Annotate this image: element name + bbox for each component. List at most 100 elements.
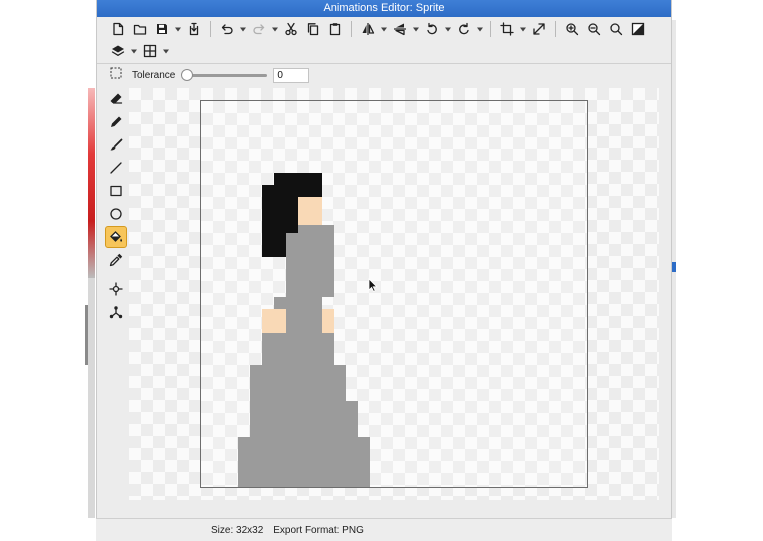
- resize-button[interactable]: [528, 19, 550, 39]
- zoom-out-icon: [588, 23, 601, 36]
- hair-top: [274, 173, 322, 185]
- rotate-left-button[interactable]: [421, 19, 443, 39]
- tool-color-picker[interactable]: [105, 249, 127, 271]
- zoom-in-button[interactable]: [561, 19, 583, 39]
- flip-vertical-dropdown[interactable]: [411, 19, 421, 39]
- origin-icon: [109, 282, 123, 296]
- rotate-right-dropdown[interactable]: [475, 19, 485, 39]
- redo-dropdown[interactable]: [270, 19, 280, 39]
- main-toolbar: [97, 18, 649, 40]
- dress-skirt-lower: [238, 437, 370, 487]
- cut-button[interactable]: [280, 19, 302, 39]
- sprite-canvas[interactable]: [200, 100, 588, 488]
- paste-button[interactable]: [324, 19, 346, 39]
- secondary-toolbar: [97, 40, 171, 62]
- tool-collision-mask[interactable]: [105, 301, 127, 323]
- window-title: Animations Editor: Sprite: [97, 0, 671, 17]
- copy-button[interactable]: [302, 19, 324, 39]
- flip-horizontal-button[interactable]: [357, 19, 379, 39]
- redo-button[interactable]: [248, 19, 270, 39]
- select-region-icon[interactable]: [110, 66, 122, 84]
- crop-icon: [500, 22, 514, 36]
- flip-horizontal-dropdown[interactable]: [379, 19, 389, 39]
- background-editor-edge: [88, 88, 95, 278]
- background-editor-edge-lower: [88, 278, 95, 518]
- sprite-dress: [238, 221, 370, 487]
- hair-crown: [262, 185, 322, 197]
- flip-horizontal-icon: [362, 23, 375, 35]
- left-hand: [262, 309, 286, 333]
- new-file-button[interactable]: [107, 19, 129, 39]
- layers-dropdown[interactable]: [129, 41, 139, 61]
- toggle-transparency-icon: [631, 22, 645, 36]
- animations-editor-window: Animations Editor: Sprite Tolerance 0: [96, 0, 672, 518]
- rotate-left-icon: [427, 22, 437, 35]
- export-button[interactable]: [183, 19, 205, 39]
- undo-dropdown[interactable]: [238, 19, 248, 39]
- tool-options-bar: Tolerance 0: [97, 64, 671, 86]
- status-bar: Size: 32x32 Export Format: PNG: [96, 518, 672, 541]
- tool-fill-bucket[interactable]: [105, 226, 127, 248]
- dress-waist: [262, 333, 334, 369]
- tool-eraser[interactable]: [105, 88, 127, 110]
- flip-vertical-icon: [394, 23, 406, 36]
- grid-button[interactable]: [139, 41, 161, 61]
- redo-icon: [253, 24, 265, 35]
- status-size: Size: 32x32: [211, 524, 264, 536]
- rotate-right-button[interactable]: [453, 19, 475, 39]
- dress-skirt-upper: [250, 365, 346, 401]
- canvas-area[interactable]: [129, 88, 659, 500]
- zoom-fit-button[interactable]: [605, 19, 627, 39]
- ellipse-icon: [110, 208, 122, 220]
- color-picker-icon: [109, 253, 123, 267]
- grid-icon: [143, 44, 157, 58]
- brush-icon: [110, 138, 123, 151]
- layers-button[interactable]: [107, 41, 129, 61]
- tolerance-input[interactable]: 0: [273, 67, 310, 83]
- grid-dropdown[interactable]: [161, 41, 171, 61]
- hair-back: [262, 233, 286, 257]
- crop-dropdown[interactable]: [518, 19, 528, 39]
- zoom-fit-icon: [610, 23, 623, 36]
- save-dropdown[interactable]: [173, 19, 183, 39]
- new-file-icon: [113, 22, 124, 36]
- export-icon: [189, 22, 199, 36]
- tool-rectangle[interactable]: [105, 180, 127, 202]
- toggle-transparency-button[interactable]: [627, 19, 649, 39]
- tolerance-slider[interactable]: [181, 69, 268, 81]
- background-scrollbar: [85, 305, 88, 365]
- rotate-left-dropdown[interactable]: [443, 19, 453, 39]
- open-folder-icon: [133, 24, 147, 35]
- tool-ellipse[interactable]: [105, 203, 127, 225]
- pencil-icon: [111, 116, 122, 127]
- rectangle-icon: [110, 185, 122, 197]
- tool-origin[interactable]: [105, 278, 127, 300]
- tool-pencil[interactable]: [105, 111, 127, 133]
- open-folder-button[interactable]: [129, 19, 151, 39]
- crop-button[interactable]: [496, 19, 518, 39]
- collision-mask-icon: [109, 306, 123, 319]
- save-icon: [157, 24, 167, 34]
- tolerance-slider-track: [183, 74, 268, 77]
- flip-vertical-button[interactable]: [389, 19, 411, 39]
- rotate-right-icon: [459, 22, 469, 35]
- tool-palette: [105, 88, 127, 324]
- mouse-cursor-icon: [368, 278, 378, 292]
- dress-skirt-mid: [250, 401, 358, 437]
- undo-icon: [221, 24, 233, 35]
- tool-line[interactable]: [105, 157, 127, 179]
- line-icon: [110, 162, 122, 174]
- toolbar-separator: [351, 21, 352, 37]
- resize-icon: [533, 23, 545, 35]
- tool-brush[interactable]: [105, 134, 127, 156]
- tolerance-slider-knob[interactable]: [181, 69, 194, 81]
- background-selection-marker: [672, 262, 676, 272]
- toolbar-separator: [555, 21, 556, 37]
- undo-button[interactable]: [216, 19, 238, 39]
- cut-icon: [285, 22, 297, 36]
- zoom-out-button[interactable]: [583, 19, 605, 39]
- save-button[interactable]: [151, 19, 173, 39]
- toolbar-separator: [210, 21, 211, 37]
- copy-icon: [307, 23, 319, 36]
- right-hand: [322, 309, 334, 333]
